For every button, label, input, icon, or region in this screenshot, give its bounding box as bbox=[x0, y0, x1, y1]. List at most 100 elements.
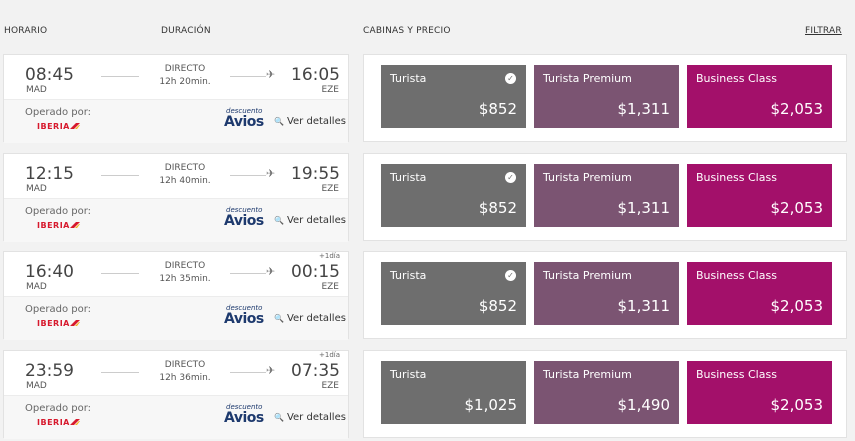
departure-time: 16:40 bbox=[25, 262, 74, 282]
flight-row: 12:15 MAD DIRECTO 12h 40min. ✈ 19:55 EZE… bbox=[0, 153, 855, 242]
flight-type: DIRECTO bbox=[164, 261, 206, 271]
fare-price: $1,311 bbox=[617, 100, 671, 118]
flight-operator: Operado por: IBERIA descuento Avios 🔍 Ver… bbox=[4, 395, 348, 439]
fare-name: Turista Premium bbox=[543, 72, 632, 85]
fare-price: $1,490 bbox=[617, 396, 671, 414]
divider bbox=[230, 76, 266, 77]
divider bbox=[230, 273, 266, 274]
avios-logo: Avios bbox=[224, 114, 264, 130]
fare-price: $1,025 bbox=[464, 396, 518, 414]
fare-name: Turista Premium bbox=[543, 269, 632, 282]
flight-info-card: 16:40 MAD DIRECTO 12h 35min. ✈ +1día 00:… bbox=[3, 251, 349, 340]
operated-by-label: Operado por: bbox=[25, 107, 92, 118]
fare-turista-button[interactable]: Turista ✓ $1,025 bbox=[381, 361, 526, 424]
arrival-airport: EZE bbox=[321, 85, 339, 95]
flight-info-card: 23:59 MAD DIRECTO 12h 36min. ✈ +1día 07:… bbox=[3, 350, 349, 439]
arrival-time: 00:15 bbox=[291, 262, 340, 282]
fare-name: Business Class bbox=[696, 72, 777, 85]
fare-premium-button[interactable]: Turista Premium $1,311 bbox=[534, 65, 679, 128]
divider bbox=[101, 76, 139, 77]
search-icon: 🔍 bbox=[274, 117, 284, 126]
fare-premium-button[interactable]: Turista Premium $1,490 bbox=[534, 361, 679, 424]
iberia-mark-icon bbox=[70, 419, 80, 425]
fare-name: Turista bbox=[390, 269, 427, 282]
fares-card: Turista ✓ $852 Turista Premium $1,311 Bu… bbox=[363, 153, 847, 241]
iberia-logo: IBERIA bbox=[37, 122, 70, 131]
operated-by-label: Operado por: bbox=[25, 206, 92, 217]
search-icon: 🔍 bbox=[274, 216, 284, 225]
avios-logo: Avios bbox=[224, 311, 264, 327]
divider bbox=[101, 372, 139, 373]
view-details-label: Ver detalles bbox=[286, 116, 346, 127]
avios-logo: Avios bbox=[224, 213, 264, 229]
iberia-mark-icon bbox=[70, 320, 80, 326]
flight-info-card: 08:45 MAD DIRECTO 12h 20min. ✈ 16:05 EZE… bbox=[3, 54, 349, 143]
check-badge-icon: ✓ bbox=[505, 172, 516, 183]
flight-schedule: 16:40 MAD DIRECTO 12h 35min. ✈ +1día 00:… bbox=[4, 252, 348, 296]
fare-price: $2,053 bbox=[770, 297, 824, 315]
fare-name: Turista bbox=[390, 368, 427, 381]
fare-price: $2,053 bbox=[770, 396, 824, 414]
fare-name: Business Class bbox=[696, 269, 777, 282]
fare-business-button[interactable]: Business Class $2,053 bbox=[687, 262, 832, 325]
flight-duration: 12h 35min. bbox=[159, 274, 211, 284]
flight-duration: 12h 36min. bbox=[159, 373, 211, 383]
view-details-label: Ver detalles bbox=[286, 215, 346, 226]
fare-name: Turista bbox=[390, 72, 427, 85]
check-badge-icon: ✓ bbox=[505, 270, 516, 281]
view-details-label: Ver detalles bbox=[286, 313, 346, 324]
fare-premium-button[interactable]: Turista Premium $1,311 bbox=[534, 262, 679, 325]
fare-business-button[interactable]: Business Class $2,053 bbox=[687, 361, 832, 424]
fare-turista-button[interactable]: Turista ✓ $852 bbox=[381, 262, 526, 325]
plus-day-label: +1día bbox=[319, 351, 340, 359]
view-details-link[interactable]: 🔍 Ver detalles bbox=[274, 313, 346, 324]
filter-link[interactable]: FILTRAR bbox=[805, 26, 842, 36]
iberia-mark-icon bbox=[70, 123, 80, 129]
view-details-link[interactable]: 🔍 Ver detalles bbox=[274, 215, 346, 226]
departure-airport: MAD bbox=[26, 85, 47, 95]
search-icon: 🔍 bbox=[274, 413, 284, 422]
avios-logo: Avios bbox=[224, 410, 264, 426]
fare-price: $2,053 bbox=[770, 199, 824, 217]
flight-row: 23:59 MAD DIRECTO 12h 36min. ✈ +1día 07:… bbox=[0, 350, 855, 439]
fare-price: $852 bbox=[478, 297, 517, 315]
fare-price: $852 bbox=[478, 100, 517, 118]
fares-card: Turista ✓ $852 Turista Premium $1,311 Bu… bbox=[363, 54, 847, 142]
flight-row: 16:40 MAD DIRECTO 12h 35min. ✈ +1día 00:… bbox=[0, 251, 855, 340]
view-details-link[interactable]: 🔍 Ver detalles bbox=[274, 116, 346, 127]
flight-schedule: 08:45 MAD DIRECTO 12h 20min. ✈ 16:05 EZE bbox=[4, 55, 348, 99]
departure-airport: MAD bbox=[26, 381, 47, 391]
fare-premium-button[interactable]: Turista Premium $1,311 bbox=[534, 164, 679, 227]
divider bbox=[101, 175, 139, 176]
fare-turista-button[interactable]: Turista ✓ $852 bbox=[381, 65, 526, 128]
arrival-airport: EZE bbox=[321, 381, 339, 391]
arrival-airport: EZE bbox=[321, 282, 339, 292]
check-badge-icon: ✓ bbox=[505, 73, 516, 84]
plane-icon: ✈ bbox=[266, 68, 276, 81]
flight-operator: Operado por: IBERIA descuento Avios 🔍 Ver… bbox=[4, 99, 348, 143]
fare-price: $2,053 bbox=[770, 100, 824, 118]
plane-icon: ✈ bbox=[266, 167, 276, 180]
column-header-horario: HORARIO bbox=[4, 26, 48, 36]
departure-time: 12:15 bbox=[25, 164, 74, 184]
plane-icon: ✈ bbox=[266, 265, 276, 278]
fare-price: $1,311 bbox=[617, 297, 671, 315]
fare-turista-button[interactable]: Turista ✓ $852 bbox=[381, 164, 526, 227]
search-icon: 🔍 bbox=[274, 314, 284, 323]
fare-business-button[interactable]: Business Class $2,053 bbox=[687, 65, 832, 128]
fare-name: Business Class bbox=[696, 368, 777, 381]
fare-name: Turista Premium bbox=[543, 368, 632, 381]
view-details-link[interactable]: 🔍 Ver detalles bbox=[274, 412, 346, 423]
operated-by-label: Operado por: bbox=[25, 403, 92, 414]
flight-operator: Operado por: IBERIA descuento Avios 🔍 Ver… bbox=[4, 198, 348, 242]
operated-by-label: Operado por: bbox=[25, 304, 92, 315]
divider bbox=[230, 372, 266, 373]
fare-business-button[interactable]: Business Class $2,053 bbox=[687, 164, 832, 227]
departure-time: 23:59 bbox=[25, 361, 74, 381]
iberia-logo: IBERIA bbox=[37, 319, 70, 328]
flight-type: DIRECTO bbox=[164, 163, 206, 173]
fares-card: Turista ✓ $1,025 Turista Premium $1,490 … bbox=[363, 350, 847, 438]
flight-type: DIRECTO bbox=[164, 64, 206, 74]
iberia-logo: IBERIA bbox=[37, 418, 70, 427]
fare-name: Turista bbox=[390, 171, 427, 184]
